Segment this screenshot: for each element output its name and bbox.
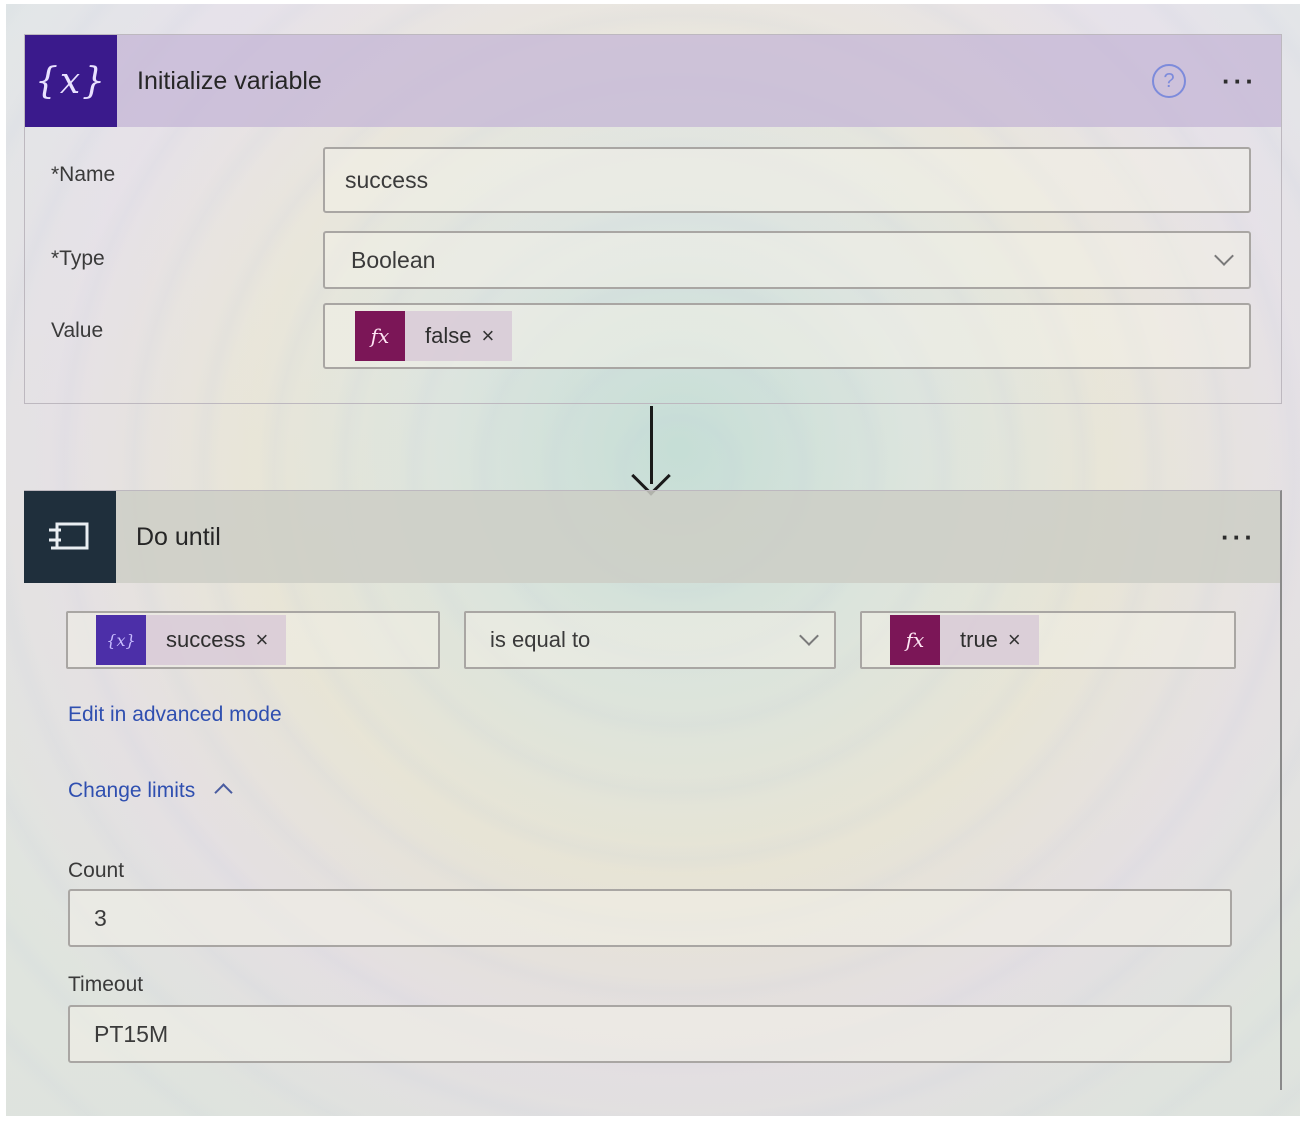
do-until-card: Do until ··· {x} success × is equal to f… <box>24 490 1282 1090</box>
type-select[interactable]: Boolean <box>323 231 1251 289</box>
remove-token-icon[interactable]: × <box>1008 627 1021 653</box>
expression-token[interactable]: fx true × <box>890 615 1039 665</box>
expression-icon: fx <box>890 615 940 665</box>
timeout-label: Timeout <box>68 973 144 996</box>
type-label: *Type <box>51 247 105 270</box>
name-input[interactable]: success <box>323 147 1251 213</box>
expression-icon: fx <box>355 311 405 361</box>
condition-left-operand[interactable]: {x} success × <box>66 611 440 669</box>
variable-icon: {x} <box>25 35 117 127</box>
value-token-text: false <box>425 323 472 348</box>
do-until-header[interactable]: Do until ··· <box>24 491 1280 583</box>
chevron-down-icon <box>799 626 819 646</box>
initialize-variable-card: {x} Initialize variable ? ··· *Name succ… <box>24 34 1282 404</box>
timeout-input[interactable]: PT15M <box>68 1005 1232 1063</box>
left-token-text: success <box>166 627 246 652</box>
do-until-title: Do until <box>136 522 221 551</box>
loop-icon <box>24 491 116 583</box>
count-input[interactable]: 3 <box>68 889 1232 947</box>
chevron-up-icon <box>214 783 233 802</box>
type-value: Boolean <box>351 246 436 273</box>
right-token-text: true <box>960 627 998 652</box>
change-limits-toggle[interactable]: Change limits <box>68 779 233 803</box>
name-value: success <box>345 166 429 193</box>
value-expression-token[interactable]: fx false × <box>355 311 513 361</box>
name-label: *Name <box>51 163 116 186</box>
timeout-value: PT15M <box>94 1020 169 1047</box>
remove-token-icon[interactable]: × <box>255 627 268 653</box>
initialize-variable-title: Initialize variable <box>137 66 322 95</box>
condition-right-operand[interactable]: fx true × <box>860 611 1236 669</box>
value-input[interactable]: fx false × <box>323 303 1251 369</box>
edit-advanced-mode-link[interactable]: Edit in advanced mode <box>68 703 282 727</box>
value-label: Value <box>51 319 104 342</box>
variable-token[interactable]: {x} success × <box>96 615 287 665</box>
count-label: Count <box>68 859 125 882</box>
initialize-variable-header[interactable]: {x} Initialize variable ? ··· <box>25 35 1281 127</box>
more-options-icon[interactable]: ··· <box>1221 524 1256 550</box>
count-value: 3 <box>94 904 107 931</box>
change-limits-label: Change limits <box>68 779 196 802</box>
operator-value: is equal to <box>490 627 591 652</box>
more-options-icon[interactable]: ··· <box>1222 68 1257 94</box>
variable-icon: {x} <box>96 615 146 665</box>
help-icon[interactable]: ? <box>1152 64 1187 98</box>
operator-select[interactable]: is equal to <box>464 611 836 669</box>
remove-token-icon[interactable]: × <box>481 323 494 349</box>
chevron-down-icon <box>1214 246 1234 266</box>
